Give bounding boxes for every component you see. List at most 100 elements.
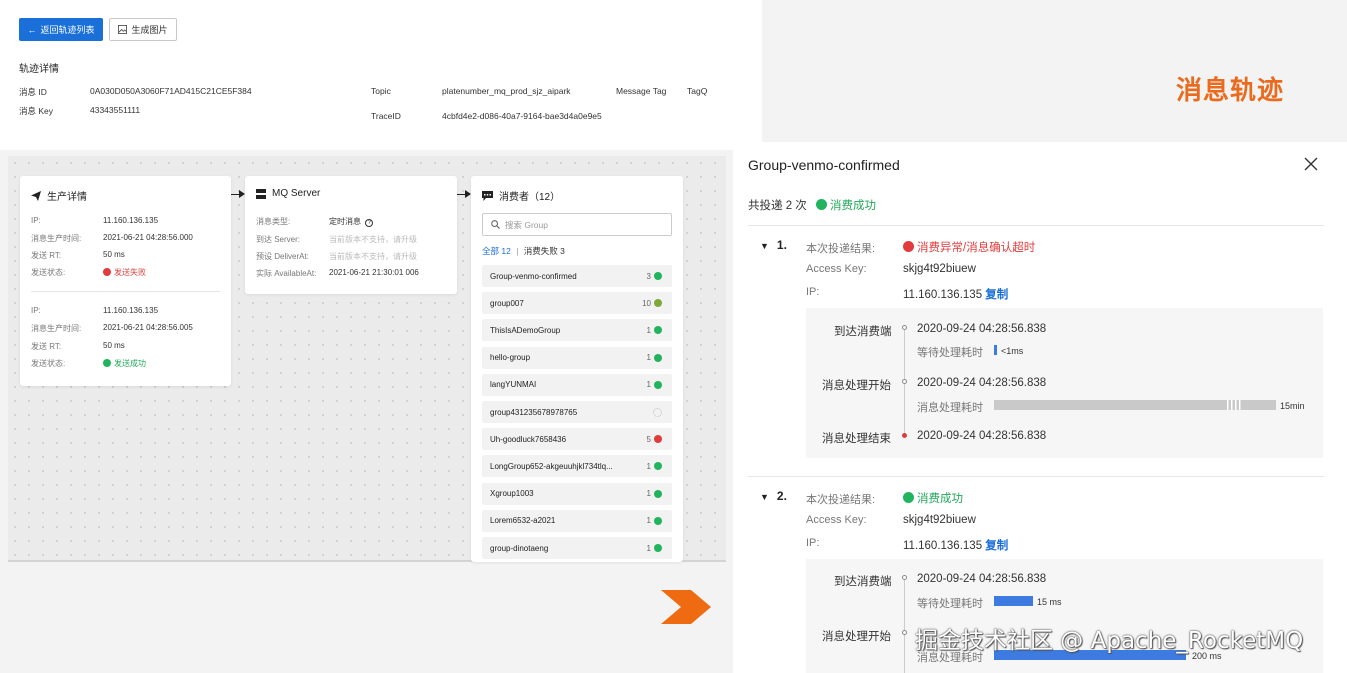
event-sub-label: 等待处理耗时: [917, 598, 983, 610]
group-name: group007: [490, 298, 524, 308]
attempt-toggle[interactable]: ▼ 2.: [760, 489, 787, 503]
bar-break-marker: [1227, 400, 1241, 410]
success-icon: [654, 462, 662, 471]
producer-time-value: 2021-06-21 04:28:56.000: [103, 233, 193, 242]
loading-icon: [653, 407, 662, 417]
topic-value: platenumber_mq_prod_sjz_aipark: [442, 86, 571, 96]
consumer-group-row[interactable]: langYUNMAI 1: [482, 373, 672, 396]
timeline-axis: [904, 580, 905, 673]
event-sub-label: 消息处理耗时: [917, 402, 983, 414]
message-icon: [482, 190, 493, 201]
group-delivery-count: 1: [646, 489, 651, 499]
arrow-left-icon: ←: [27, 24, 37, 35]
server-preset-value: 当前版本不支持，请升级: [329, 252, 417, 261]
divider: [31, 291, 220, 292]
access-key-value: skjg4t92biuew: [903, 514, 976, 526]
event-label: 消息处理结束: [822, 433, 891, 445]
attempt-result-label: 本次投递结果:: [806, 243, 876, 255]
producer-status-fail: 发送失败: [103, 267, 146, 278]
group-delivery-count: 10: [642, 298, 651, 308]
event-time: 2020-09-24 04:28:56.838: [917, 377, 1047, 389]
chevron-right-icon: [661, 590, 711, 624]
consumer-ip: 11.160.136.135 复制: [903, 286, 1008, 302]
trace-id-value: 4cbfd4e2-d086-40a7-9164-bae3d4a0e9e5: [442, 111, 602, 121]
filter-all-tab[interactable]: 全部 12: [482, 246, 511, 256]
consumers-card-title: 消费者（12）: [482, 188, 560, 203]
consumer-group-row[interactable]: group-dinotaeng 1: [482, 537, 672, 559]
watermark-text: 掘金技术社区 @ Apache_RocketMQ: [915, 628, 1304, 654]
attempt-index: 1.: [776, 238, 787, 252]
group-search-input[interactable]: 搜索 Group: [482, 213, 672, 236]
consumer-group-row[interactable]: LongGroup652-akgeuuhjkl734tlq... 1: [482, 455, 672, 478]
producer-title-text: 生产详情: [47, 192, 87, 203]
producer-status-text: 发送成功: [114, 359, 146, 368]
event-time: 2020-09-24 04:28:56.838: [917, 430, 1047, 442]
attempt-index: 2.: [776, 489, 787, 503]
divider: [748, 476, 1324, 477]
msg-key-label: 消息 Key: [19, 106, 54, 116]
success-icon: [654, 380, 662, 389]
copy-ip-link[interactable]: 复制: [985, 540, 1008, 552]
msg-id-value: 0A030D050A3060F71AD415C21CE5F384: [90, 86, 252, 96]
group-name: ThisIsADemoGroup: [490, 325, 561, 335]
producer-rt-value: 50 ms: [103, 250, 125, 259]
producer-ip-label: IP:: [31, 306, 41, 315]
back-to-list-label: 返回轨迹列表: [40, 25, 95, 35]
consumer-group-row[interactable]: group431235678978765: [482, 401, 672, 423]
duration-bar: [994, 400, 1276, 410]
producer-status-ok: 发送成功: [103, 358, 146, 369]
copy-ip-link[interactable]: 复制: [985, 289, 1008, 301]
attempt-toggle[interactable]: ▼ 1.: [760, 238, 787, 252]
summary-status-text: 消费成功: [830, 200, 876, 212]
generate-image-label: 生成图片: [131, 25, 168, 35]
duration-bar: [994, 345, 997, 355]
producer-time-value: 2021-06-21 04:28:56.005: [103, 323, 193, 332]
producer-card: [20, 176, 231, 386]
producer-rt-label: 发送 RT:: [31, 342, 62, 351]
filter-fail-tab[interactable]: 消费失败 3: [524, 246, 565, 256]
consumer-group-row[interactable]: group007 10: [482, 292, 672, 315]
consumer-group-row[interactable]: Lorem6532-a2021 1: [482, 509, 672, 532]
event-label: 到达消费端: [834, 326, 892, 338]
group-delivery-count: 1: [646, 380, 651, 390]
slide-title: 消息轨迹: [1176, 76, 1285, 106]
attempt-result-fail: 消费异常/消息确认超时: [903, 239, 1035, 255]
group-delivery-count: 5: [646, 434, 651, 444]
help-icon[interactable]: ?: [365, 219, 374, 227]
producer-ip-label: IP:: [31, 216, 41, 225]
group-delivery-count: 1: [646, 325, 651, 335]
attempt-result-ok: 消费成功: [903, 490, 963, 506]
consumer-group-row[interactable]: Xgroup1003 1: [482, 482, 672, 505]
group-name: langYUNMAI: [490, 380, 537, 390]
group-name: Xgroup1003: [490, 489, 534, 499]
event-label: 消息处理开始: [822, 380, 891, 392]
timeline-end-dot: [902, 433, 907, 438]
server-type-value: 定时消息 ?: [329, 216, 374, 227]
consumer-ip-label: IP:: [806, 537, 820, 549]
consumer-group-row[interactable]: Uh-goodluck7658436 5: [482, 428, 672, 451]
success-icon: [654, 272, 662, 280]
message-tag-value: TagQ: [687, 86, 708, 96]
caret-down-icon: ▼: [760, 492, 769, 502]
duration-value: 15 ms: [1037, 597, 1062, 607]
attempt-result-text: 消费成功: [917, 493, 963, 505]
consumer-group-row[interactable]: hello-group 1: [482, 346, 672, 369]
close-icon[interactable]: [1304, 157, 1318, 171]
success-icon: [654, 353, 662, 362]
duration-value: 15min: [1280, 401, 1305, 411]
group-delivery-count: 1: [646, 461, 651, 471]
consumer-ip: 11.160.136.135 复制: [903, 537, 1008, 553]
producer-rt-label: 发送 RT:: [31, 251, 62, 260]
access-key-value: skjg4t92biuew: [903, 263, 976, 275]
group-name: Lorem6532-a2021: [490, 516, 556, 526]
consumer-group-row[interactable]: ThisIsADemoGroup 1: [482, 319, 672, 342]
back-to-list-button[interactable]: ← 返回轨迹列表: [19, 18, 103, 41]
event-time: 2020-09-24 04:28:56.838: [917, 573, 1047, 585]
producer-card-title: 生产详情: [31, 188, 87, 203]
producer-status-label: 发送状态:: [31, 268, 66, 277]
success-icon: [654, 544, 662, 552]
timeline-dot: [902, 630, 907, 635]
flow-arrow-line: [231, 194, 239, 195]
generate-image-button[interactable]: 生成图片: [109, 18, 177, 41]
consumer-group-row[interactable]: Group-venmo-confirmed 3: [482, 265, 672, 287]
